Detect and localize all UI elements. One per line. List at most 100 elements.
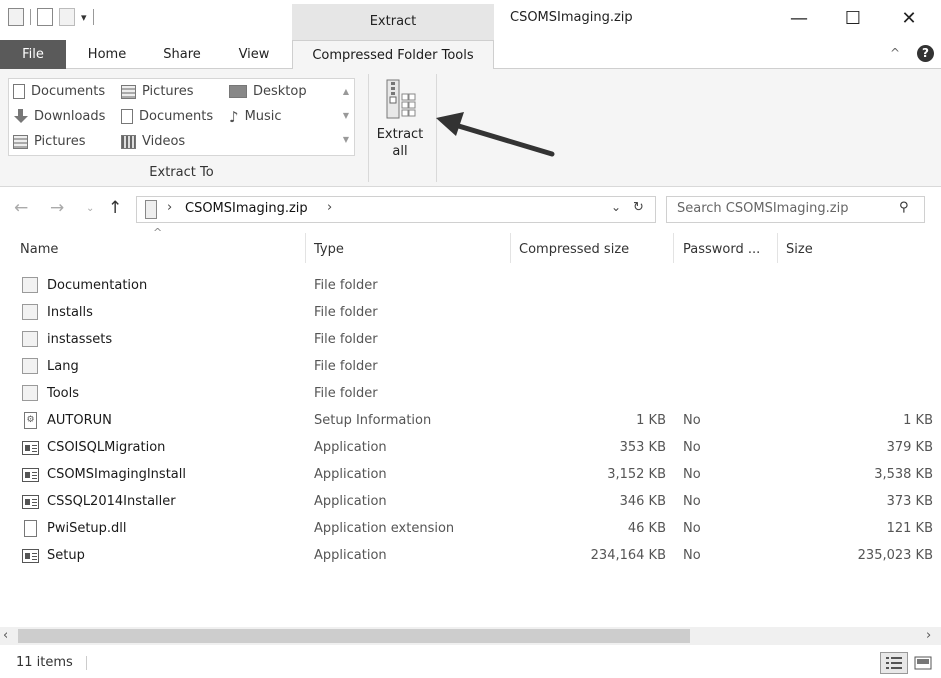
file-size: 121 KB <box>886 521 933 536</box>
extract-to-group-label: Extract To <box>149 165 214 180</box>
file-password: No <box>683 548 701 563</box>
file-row[interactable]: PwiSetup.dll Application extension 46 KB No… <box>0 515 941 542</box>
dest-desktop[interactable]: Desktop <box>229 79 307 104</box>
close-button[interactable]: ✕ <box>886 4 932 34</box>
column-divider[interactable] <box>510 233 511 263</box>
column-header-type[interactable]: Type <box>314 239 344 261</box>
column-header-name[interactable]: Name <box>20 239 58 261</box>
column-header-size[interactable]: Size <box>786 239 813 261</box>
address-bar[interactable]: › CSOMSImaging.zip › ⌄ ↻ <box>136 196 656 223</box>
help-icon[interactable]: ? <box>917 45 934 62</box>
file-size: 3,538 KB <box>874 467 933 482</box>
column-divider[interactable] <box>305 233 306 263</box>
recent-locations-chevron-icon[interactable]: ⌄ <box>86 203 94 214</box>
column-divider[interactable] <box>673 233 674 263</box>
zip-folder-icon <box>145 200 157 219</box>
folder-icon <box>22 331 38 347</box>
zip-folder-icon[interactable] <box>8 8 24 26</box>
search-icon[interactable]: ⚲ <box>899 200 909 215</box>
file-name: CSOMSImagingInstall <box>47 467 186 482</box>
breadcrumb-separator[interactable]: › <box>327 200 332 215</box>
music-note-icon: ♪ <box>229 107 239 126</box>
file-row[interactable]: ⚙ AUTORUN Setup Information 1 KB No 1 KB <box>0 407 941 434</box>
dest-music[interactable]: ♪ Music <box>229 104 282 129</box>
maximize-button[interactable]: ☐ <box>830 4 876 34</box>
file-compressed-size <box>520 299 666 326</box>
dest-pictures[interactable]: Pictures <box>121 79 193 104</box>
gallery-up-icon[interactable]: ▲ <box>339 80 353 104</box>
file-compressed-size: 1 KB <box>636 413 666 428</box>
file-type: Application <box>314 440 387 455</box>
search-box[interactable]: Search CSOMSImaging.zip ⚲ <box>666 196 925 223</box>
application-icon <box>22 468 39 482</box>
file-type: File folder <box>314 332 378 347</box>
large-icons-view-icon[interactable] <box>912 652 934 674</box>
file-name: CSSQL2014Installer <box>47 494 176 509</box>
tab-compressed-folder-tools[interactable]: Compressed Folder Tools <box>292 40 494 70</box>
file-compressed-size <box>520 380 666 407</box>
gallery-scroll-buttons[interactable]: ▲ ▼ ▼ <box>339 80 353 154</box>
dest-label: Documents <box>31 83 106 99</box>
file-name: AUTORUN <box>47 413 112 428</box>
dest-documents[interactable]: Documents <box>13 79 105 104</box>
customize-toolbar-dropdown-icon[interactable]: ▾ <box>81 11 87 24</box>
details-view-icon[interactable] <box>880 652 908 674</box>
file-password: No <box>683 467 701 482</box>
tab-home[interactable]: Home <box>76 40 138 69</box>
forward-arrow-icon[interactable]: → <box>50 198 64 218</box>
column-header-password[interactable]: Password ... <box>683 239 760 261</box>
file-compressed-size <box>520 353 666 380</box>
file-row[interactable]: Installs File folder <box>0 299 941 326</box>
file-row[interactable]: Documentation File folder <box>0 272 941 299</box>
breadcrumb-zip[interactable]: CSOMSImaging.zip <box>185 201 308 216</box>
tab-share[interactable]: Share <box>150 40 214 69</box>
file-row[interactable]: Setup Application 234,164 KB No 235,023 KB <box>0 542 941 569</box>
back-arrow-icon[interactable]: ← <box>14 198 28 218</box>
extract-all-label-line2: all <box>392 144 408 159</box>
file-row[interactable]: Tools File folder <box>0 380 941 407</box>
dest-videos[interactable]: Videos <box>121 129 185 154</box>
pictures-icon <box>13 134 28 149</box>
tab-file[interactable]: File <box>0 40 66 69</box>
collapse-ribbon-chevron-icon[interactable]: ^ <box>890 46 900 60</box>
gallery-more-icon[interactable]: ▼ <box>339 128 353 152</box>
file-name: CSOISQLMigration <box>47 440 166 455</box>
dest-downloads[interactable]: Downloads <box>13 104 105 129</box>
scrollbar-thumb[interactable] <box>18 629 690 643</box>
new-folder-icon[interactable] <box>59 8 75 26</box>
file-password: No <box>683 440 701 455</box>
file-row[interactable]: instassets File folder <box>0 326 941 353</box>
up-arrow-icon[interactable]: ↑ <box>108 198 122 218</box>
file-row[interactable]: CSSQL2014Installer Application 346 KB No 373… <box>0 488 941 515</box>
sort-ascending-icon: ^ <box>153 226 163 239</box>
scroll-right-icon[interactable]: › <box>926 627 931 645</box>
documents-icon <box>121 109 133 124</box>
refresh-icon[interactable]: ↻ <box>633 200 644 215</box>
file-size <box>786 380 933 407</box>
dll-file-icon <box>24 520 37 537</box>
tab-view[interactable]: View <box>224 40 284 69</box>
extract-to-gallery: Documents Pictures Desktop Downloads Doc… <box>8 78 355 156</box>
file-row[interactable]: Lang File folder <box>0 353 941 380</box>
dest-documents-2[interactable]: Documents <box>121 104 213 129</box>
dest-label: Desktop <box>253 83 307 99</box>
dest-pictures-2[interactable]: Pictures <box>13 129 85 154</box>
file-password: No <box>683 413 701 428</box>
column-divider[interactable] <box>777 233 778 263</box>
toolbar-divider <box>92 9 94 25</box>
file-row[interactable]: CSOMSImagingInstall Application 3,152 KB No… <box>0 461 941 488</box>
address-dropdown-icon[interactable]: ⌄ <box>611 200 621 214</box>
extract-all-button[interactable]: Extract all <box>372 76 428 162</box>
file-compressed-size: 234,164 KB <box>590 548 666 563</box>
minimize-button[interactable]: — <box>776 4 822 34</box>
folder-icon <box>22 304 38 320</box>
file-compressed-size: 353 KB <box>619 440 666 455</box>
file-type: File folder <box>314 305 378 320</box>
column-header-compressed-size[interactable]: Compressed size <box>519 239 629 261</box>
file-size: 373 KB <box>886 494 933 509</box>
properties-checkbox-icon[interactable] <box>37 8 53 26</box>
scroll-left-icon[interactable]: ‹ <box>3 627 8 645</box>
gallery-down-icon[interactable]: ▼ <box>339 104 353 128</box>
file-compressed-size <box>520 326 666 353</box>
file-row[interactable]: CSOISQLMigration Application 353 KB No 379 K… <box>0 434 941 461</box>
